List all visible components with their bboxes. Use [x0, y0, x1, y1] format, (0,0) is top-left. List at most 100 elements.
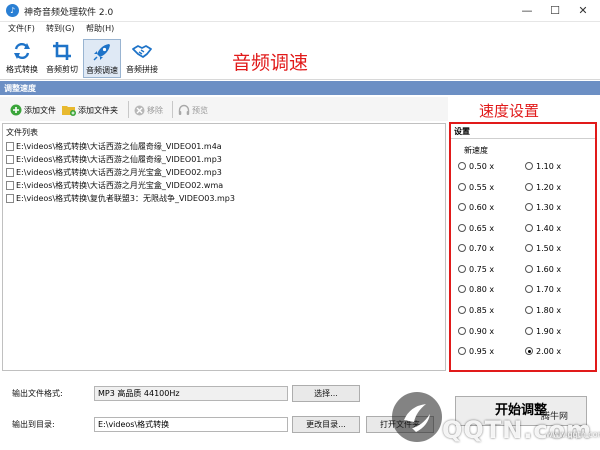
speed-option-label: 0.65 x — [469, 223, 495, 233]
remove-button[interactable]: 移除 — [134, 102, 163, 118]
convert-icon — [14, 42, 30, 60]
radio-icon — [458, 347, 466, 355]
speed-option-label: 1.30 x — [536, 202, 562, 212]
watermark-cn: 腾牛网 — [541, 412, 569, 422]
radio-icon — [525, 265, 533, 273]
headphones-icon — [178, 104, 190, 115]
annotation-speed-settings: 速度设置 — [479, 102, 540, 120]
speed-option-label: 1.80 x — [536, 305, 562, 315]
file-icon — [6, 141, 14, 151]
speed-option-1-80[interactable]: 1.80 x — [525, 304, 561, 316]
speed-option-0-50[interactable]: 0.50 x — [458, 160, 494, 172]
radio-icon — [458, 265, 466, 273]
watermark-mark-icon — [404, 404, 430, 432]
watermark-url: www.qqtn.com — [546, 430, 600, 439]
speed-option-label: 1.60 x — [536, 264, 562, 274]
maximize-button[interactable]: ☐ — [540, 2, 570, 20]
speed-option-label: 0.70 x — [469, 243, 495, 253]
speed-option-1-70[interactable]: 1.70 x — [525, 283, 561, 295]
change-dir-button[interactable]: 更改目录... — [292, 416, 360, 433]
add-file-icon — [10, 104, 22, 116]
preview-label: 预览 — [192, 105, 208, 115]
toolbar-divider — [128, 101, 129, 118]
speed-option-0-80[interactable]: 0.80 x — [458, 283, 494, 295]
menu-help[interactable]: 帮助(H) — [86, 23, 114, 34]
select-format-button[interactable]: 选择... — [292, 385, 360, 402]
menu-goto[interactable]: 转到(G) — [46, 23, 74, 34]
tool-label: 音频拼接 — [126, 65, 158, 74]
add-folder-label: 添加文件夹 — [78, 105, 118, 115]
speed-option-0-90[interactable]: 0.90 x — [458, 325, 494, 337]
speed-option-1-50[interactable]: 1.50 x — [525, 242, 561, 254]
speed-option-0-70[interactable]: 0.70 x — [458, 242, 494, 254]
radio-icon — [525, 244, 533, 252]
radio-icon — [458, 306, 466, 314]
file-path: E:\videos\格式转换\大话西游之仙履奇缘_VIDEO01.m4a — [16, 141, 222, 151]
radio-icon — [458, 224, 466, 232]
section-title: 调整速度 — [4, 84, 36, 93]
speed-option-1-90[interactable]: 1.90 x — [525, 325, 561, 337]
speed-option-label: 1.70 x — [536, 284, 562, 294]
add-file-label: 添加文件 — [24, 105, 56, 115]
tool-format-convert[interactable]: 格式转换 — [3, 39, 41, 78]
speed-option-1-60[interactable]: 1.60 x — [525, 263, 561, 275]
radio-icon — [525, 306, 533, 314]
close-button[interactable]: ✕ — [568, 2, 598, 20]
speed-option-0-60[interactable]: 0.60 x — [458, 201, 494, 213]
tool-audio-join[interactable]: 音频拼接 — [123, 39, 161, 78]
speed-option-1-40[interactable]: 1.40 x — [525, 222, 561, 234]
file-list-item[interactable]: E:\videos\格式转换\大话西游之仙履奇缘_VIDEO01.mp3 — [6, 153, 222, 165]
speed-option-0-75[interactable]: 0.75 x — [458, 263, 494, 275]
radio-selected-icon — [525, 347, 533, 355]
output-format-label: 输出文件格式: — [12, 389, 63, 398]
radio-icon — [458, 327, 466, 335]
tool-label: 格式转换 — [6, 65, 38, 74]
tool-audio-cut[interactable]: 音频剪切 — [43, 39, 81, 78]
output-dir-field[interactable]: E:\videos\格式转换 — [94, 417, 288, 432]
file-icon — [6, 154, 14, 164]
radio-icon — [458, 244, 466, 252]
add-file-button[interactable]: 添加文件 — [10, 102, 56, 118]
speed-option-2-00[interactable]: 2.00 x — [525, 345, 561, 357]
radio-icon — [525, 224, 533, 232]
radio-icon — [525, 183, 533, 191]
speed-option-1-30[interactable]: 1.30 x — [525, 201, 561, 213]
watermark-logo-icon — [392, 392, 442, 442]
speed-option-1-20[interactable]: 1.20 x — [525, 181, 561, 193]
preview-button[interactable]: 预览 — [178, 102, 208, 118]
file-path: E:\videos\格式转换\大话西游之仙履奇缘_VIDEO01.mp3 — [16, 154, 222, 164]
minimize-button[interactable]: — — [512, 2, 542, 20]
speed-option-label: 0.80 x — [469, 284, 495, 294]
speed-option-label: 1.20 x — [536, 182, 562, 192]
file-path: E:\videos\格式转换\复仇者联盟3：无限战争_VIDEO03.mp3 — [16, 193, 235, 203]
speed-option-label: 0.50 x — [469, 161, 495, 171]
new-speed-label: 新速度 — [464, 146, 488, 155]
file-list-item[interactable]: E:\videos\格式转换\大话西游之仙履奇缘_VIDEO01.m4a — [6, 140, 222, 152]
file-list-item[interactable]: E:\videos\格式转换\大话西游之月光宝盒_VIDEO02.mp3 — [6, 166, 222, 178]
remove-icon — [134, 105, 145, 115]
speed-option-label: 1.90 x — [536, 326, 562, 336]
output-dir-label: 输出到目录: — [12, 420, 55, 429]
speed-option-0-95[interactable]: 0.95 x — [458, 345, 494, 357]
crop-icon — [53, 42, 71, 60]
radio-icon — [458, 285, 466, 293]
file-list-item[interactable]: E:\videos\格式转换\复仇者联盟3：无限战争_VIDEO03.mp3 — [6, 192, 235, 204]
radio-icon — [525, 285, 533, 293]
add-folder-button[interactable]: 添加文件夹 — [62, 102, 118, 118]
file-icon — [6, 193, 14, 203]
tool-audio-speed[interactable]: 音频调速 — [83, 39, 121, 78]
speed-option-label: 1.40 x — [536, 223, 562, 233]
speed-option-0-55[interactable]: 0.55 x — [458, 181, 494, 193]
radio-icon — [458, 183, 466, 191]
speed-option-label: 1.50 x — [536, 243, 562, 253]
output-format-field[interactable]: MP3 高品质 44100Hz — [94, 386, 288, 401]
file-icon — [6, 167, 14, 177]
folder-add-icon — [62, 106, 76, 116]
file-list-item[interactable]: E:\videos\格式转换\大话西游之月光宝盒_VIDEO02.wma — [6, 179, 223, 191]
file-icon — [6, 180, 14, 190]
menu-file[interactable]: 文件(F) — [8, 23, 35, 34]
speed-option-0-85[interactable]: 0.85 x — [458, 304, 494, 316]
speed-option-0-65[interactable]: 0.65 x — [458, 222, 494, 234]
toolbar-divider — [172, 101, 173, 118]
speed-option-1-10[interactable]: 1.10 x — [525, 160, 561, 172]
